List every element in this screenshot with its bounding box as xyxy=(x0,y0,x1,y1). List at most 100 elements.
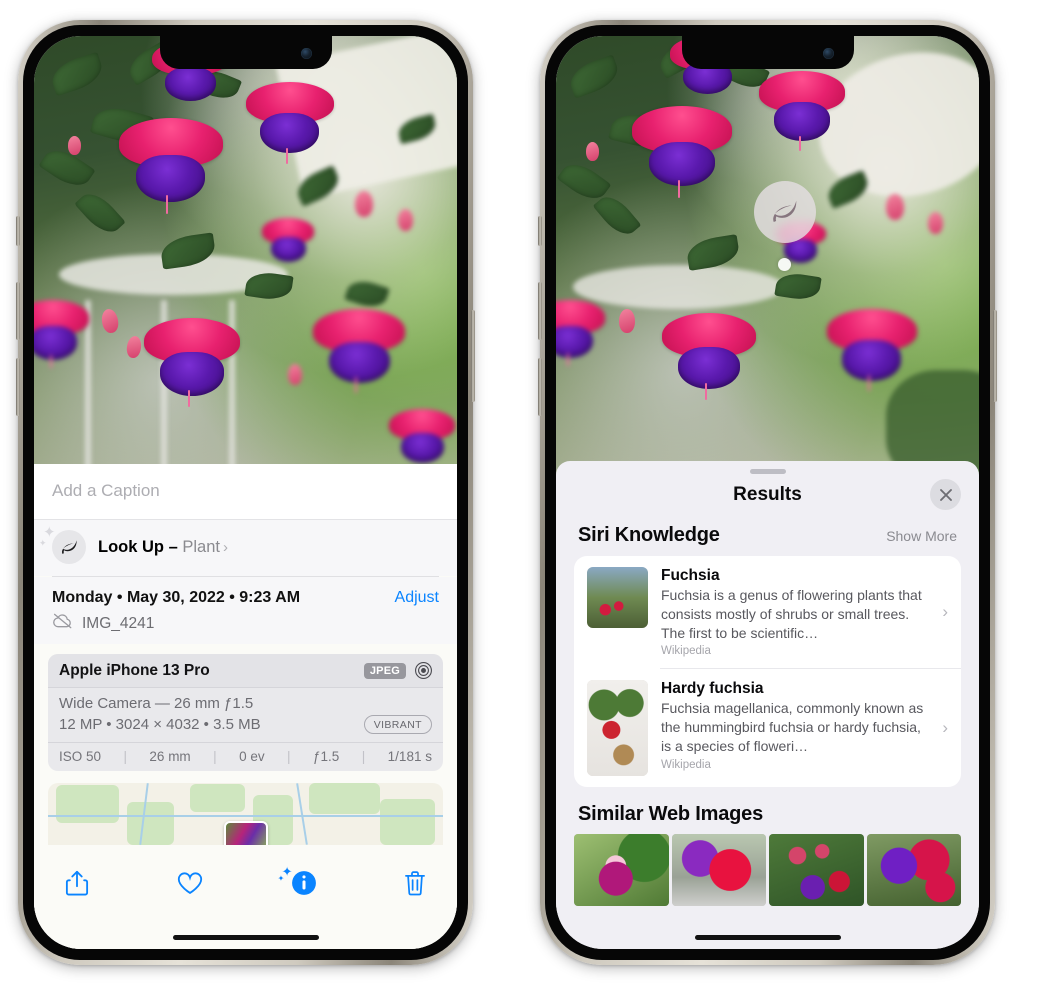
device-bezel-left: Add a Caption ✦ ✦ Look Up – Plant › Mond… xyxy=(23,25,468,960)
knowledge-item-fuchsia[interactable]: Fuchsia Fuchsia is a genus of flowering … xyxy=(574,556,961,668)
screen-left: Add a Caption ✦ ✦ Look Up – Plant › Mond… xyxy=(34,36,457,949)
exif-focal-length: 26 mm xyxy=(149,749,191,764)
look-up-title: Look Up xyxy=(98,537,164,556)
exif-iso: ISO 50 xyxy=(59,749,102,764)
front-camera-icon xyxy=(822,48,834,59)
map-green-area xyxy=(308,783,380,814)
exif-divider: | xyxy=(123,749,127,764)
volume-down-button[interactable] xyxy=(538,358,542,416)
close-icon[interactable] xyxy=(930,479,961,510)
look-up-subject: Plant xyxy=(182,537,220,556)
fuchsia-flower xyxy=(826,308,917,391)
visual-lookup-anchor-dot xyxy=(778,258,791,271)
similar-web-images-strip[interactable] xyxy=(556,834,979,907)
fuchsia-flower xyxy=(245,81,334,164)
photo-filename: IMG_4241 xyxy=(82,614,155,632)
flower-bud xyxy=(397,208,413,231)
fuchsia-flower xyxy=(759,71,846,151)
leaf-icon: ✦ ✦ xyxy=(39,525,86,564)
screenshot-canvas: Add a Caption ✦ ✦ Look Up – Plant › Mond… xyxy=(0,0,1055,985)
side-power-button[interactable] xyxy=(993,310,997,402)
knowledge-source: Wikipedia xyxy=(661,645,711,658)
map-road xyxy=(48,815,443,818)
photo-viewer[interactable] xyxy=(34,36,457,491)
results-sheet: Results Siri Knowledge Show More Fuchsia… xyxy=(556,461,979,949)
map-green-area xyxy=(127,801,175,845)
web-image-4[interactable] xyxy=(866,834,961,907)
exif-divider: | xyxy=(361,749,366,764)
fuchsia-flower xyxy=(661,313,756,400)
exif-divider: | xyxy=(213,749,217,764)
fuchsia-flower xyxy=(143,318,240,407)
camera-specs-line: 12 MP • 3024 × 4032 • 3.5 MB xyxy=(59,716,261,733)
location-map[interactable] xyxy=(48,783,443,845)
flower-bud xyxy=(619,308,636,333)
favorite-button[interactable] xyxy=(176,870,204,896)
look-up-dash: – xyxy=(164,537,183,556)
knowledge-title: Hardy fuchsia xyxy=(661,680,764,698)
look-up-label: Look Up – Plant › xyxy=(98,538,228,557)
exif-shutter-speed: 1/181 s xyxy=(387,749,432,764)
similar-web-images-header: Similar Web Images xyxy=(556,787,979,834)
sparkle-icon-small: ✦ xyxy=(277,874,285,883)
camera-info-card[interactable]: Apple iPhone 13 Pro JPEG Wide Camera — 2… xyxy=(48,654,443,771)
volume-up-button[interactable] xyxy=(538,282,542,340)
visual-lookup-leaf-pin[interactable] xyxy=(754,181,816,243)
look-up-row[interactable]: ✦ ✦ Look Up – Plant › xyxy=(34,520,457,576)
flower-bud xyxy=(287,363,302,385)
adjust-button[interactable]: Adjust xyxy=(395,589,439,607)
flower-bud xyxy=(67,136,81,156)
metadata-block: Monday • May 30, 2022 • 9:23 AM Adjust I… xyxy=(34,577,457,644)
device-bezel-right: Results Siri Knowledge Show More Fuchsia… xyxy=(545,25,990,960)
iphone-device-left: Add a Caption ✦ ✦ Look Up – Plant › Mond… xyxy=(16,20,475,965)
mute-switch[interactable] xyxy=(538,216,542,246)
knowledge-item-hardy-fuchsia[interactable]: Hardy fuchsia Fuchsia magellanica, commo… xyxy=(574,669,961,787)
fuchsia-flower xyxy=(118,117,223,214)
photo-viewer[interactable] xyxy=(556,36,979,476)
siri-knowledge-card: Fuchsia Fuchsia is a genus of flowering … xyxy=(574,556,961,788)
side-power-button[interactable] xyxy=(471,310,475,402)
knowledge-description: Fuchsia is a genus of flowering plants t… xyxy=(661,587,922,641)
map-photo-pin[interactable] xyxy=(223,821,268,845)
aperture-icon xyxy=(414,661,433,680)
knowledge-source: Wikipedia xyxy=(661,758,711,771)
similar-web-images-title: Similar Web Images xyxy=(578,803,763,826)
knowledge-description: Fuchsia magellanica, commonly known as t… xyxy=(661,700,924,754)
photo-toolbar: ✦ ✦ xyxy=(34,845,457,909)
flower-bud xyxy=(585,141,599,161)
camera-card-header: Apple iPhone 13 Pro JPEG xyxy=(48,654,443,688)
toolbar-spacer xyxy=(34,909,457,949)
photographic-style-badge: VIBRANT xyxy=(363,715,432,734)
knowledge-title: Fuchsia xyxy=(661,567,720,584)
exif-row: ISO 50 | 26 mm | 0 ev | ƒ1.5 | 1/181 s xyxy=(48,742,443,771)
home-indicator[interactable] xyxy=(172,935,319,940)
volume-up-button[interactable] xyxy=(16,282,20,340)
volume-down-button[interactable] xyxy=(16,358,20,416)
exif-exposure: 0 ev xyxy=(239,749,265,764)
fuchsia-flower xyxy=(389,409,456,464)
front-camera-icon xyxy=(300,48,312,59)
flower-bud xyxy=(928,212,944,234)
share-button[interactable] xyxy=(64,869,90,897)
web-image-2[interactable] xyxy=(671,834,766,907)
show-more-button[interactable]: Show More xyxy=(886,528,957,544)
fuchsia-flower xyxy=(632,106,733,198)
knowledge-thumbnail xyxy=(587,680,648,777)
knowledge-thumbnail xyxy=(587,567,648,628)
exif-aperture: ƒ1.5 xyxy=(313,749,340,764)
web-image-3[interactable] xyxy=(769,834,864,907)
camera-lens-line: Wide Camera — 26 mm ƒ1.5 xyxy=(59,695,254,712)
info-button[interactable]: ✦ ✦ xyxy=(278,865,317,896)
fuchsia-flower xyxy=(556,300,605,367)
caption-input[interactable]: Add a Caption xyxy=(34,464,457,520)
screen-right: Results Siri Knowledge Show More Fuchsia… xyxy=(556,36,979,949)
iphone-device-right: Results Siri Knowledge Show More Fuchsia… xyxy=(538,20,997,965)
home-indicator[interactable] xyxy=(694,935,841,940)
flower-bud xyxy=(355,190,374,217)
delete-button[interactable] xyxy=(403,870,427,897)
mute-switch[interactable] xyxy=(16,216,20,246)
camera-device-name: Apple iPhone 13 Pro xyxy=(59,661,210,679)
web-image-1[interactable] xyxy=(574,834,669,907)
fuchsia-flower xyxy=(262,218,315,262)
flower-bud xyxy=(885,194,904,221)
